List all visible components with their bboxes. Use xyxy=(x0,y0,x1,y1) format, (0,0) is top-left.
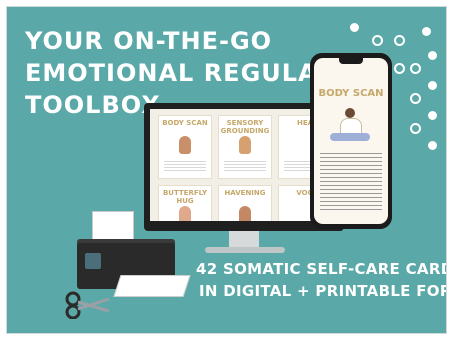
figure-legs xyxy=(330,133,370,141)
card-title: SENSORY GROUNDING xyxy=(220,119,270,135)
card-text-lines xyxy=(224,159,266,173)
phone-notch xyxy=(339,58,363,64)
figure-illustration xyxy=(239,206,251,221)
dot xyxy=(428,111,437,120)
caption-line-2: IN DIGITAL + PRINTABLE FORMAT xyxy=(199,282,446,300)
dot xyxy=(394,35,405,46)
figure-illustration xyxy=(179,206,191,221)
dot xyxy=(428,81,437,90)
self-care-card: BUTTERFLY HUG xyxy=(158,185,212,221)
figure-illustration xyxy=(179,136,191,154)
self-care-card: BODY SCAN xyxy=(158,115,212,179)
printer-control-panel xyxy=(85,253,101,269)
caption-line-1: 42 SOMATIC SELF-CARE CARDS xyxy=(196,260,447,278)
dot xyxy=(372,35,383,46)
monitor-base xyxy=(205,247,285,253)
headline-line-1: YOUR ON-THE-GO xyxy=(25,27,273,55)
dot xyxy=(428,141,437,150)
card-title: BUTTERFLY HUG xyxy=(162,189,208,205)
printed-paper xyxy=(113,275,191,297)
phone-screen: BODY SCAN xyxy=(314,58,388,224)
dot xyxy=(394,63,405,74)
self-care-card: SENSORY GROUNDING xyxy=(218,115,272,179)
phone-card-title: BODY SCAN xyxy=(318,88,384,99)
dot xyxy=(350,23,359,32)
smartphone: BODY SCAN xyxy=(310,53,392,229)
dot xyxy=(410,123,421,134)
promo-graphic: YOUR ON-THE-GO EMOTIONAL REGULATION TOOL… xyxy=(6,6,447,334)
figure-head xyxy=(345,108,355,118)
card-title: HAVENING xyxy=(224,189,266,197)
headline-line-3: TOOLBOX xyxy=(25,91,161,119)
dot xyxy=(428,51,437,60)
card-title: BODY SCAN xyxy=(162,119,208,127)
figure-illustration xyxy=(239,136,251,154)
dot xyxy=(422,27,431,36)
self-care-card: HAVENING xyxy=(218,185,272,221)
phone-card-text-lines xyxy=(320,150,382,210)
dot xyxy=(410,63,421,74)
scissors-icon xyxy=(65,291,110,319)
dot xyxy=(410,93,421,104)
card-text-lines xyxy=(164,159,206,173)
